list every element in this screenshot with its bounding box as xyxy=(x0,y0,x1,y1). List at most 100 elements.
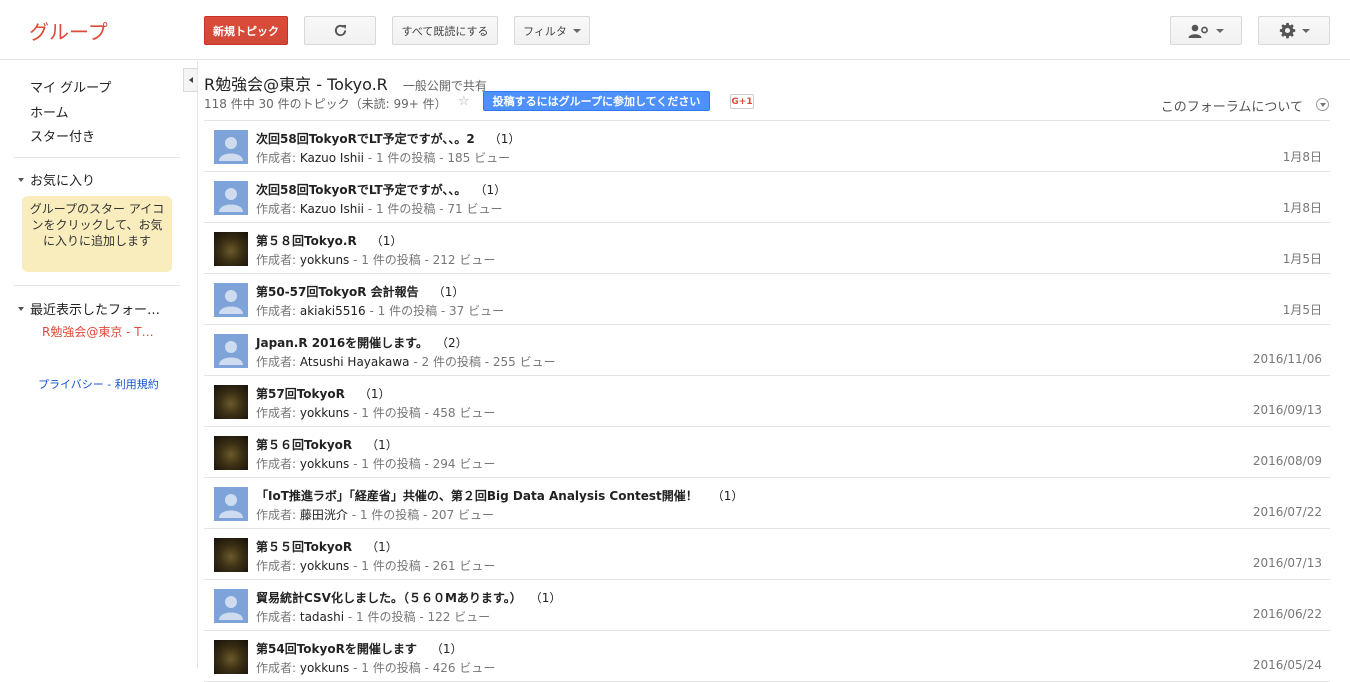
author-name[interactable]: yokkuns xyxy=(300,661,349,675)
footer-separator: - xyxy=(103,378,115,391)
topic-title-text: 第５６回TokyoR xyxy=(256,438,353,452)
avatar xyxy=(214,130,248,164)
topic-date: 2016/07/13 xyxy=(1252,556,1322,570)
topic-title[interactable]: 第５８回Tokyo.R （1） xyxy=(256,232,402,249)
topic-title-text: Japan.R 2016を開催します。 xyxy=(256,336,428,350)
mark-all-read-button[interactable]: すべて既読にする xyxy=(392,16,498,45)
topic-row-7[interactable]: 第５６回TokyoR （1） 作成者: yokkuns - 1 件の投稿 - 29… xyxy=(204,427,1330,478)
nav-my-groups[interactable]: マイ グループ xyxy=(30,77,111,96)
topic-title[interactable]: 次回58回TokyoRでLT予定ですが、、。2 （1） xyxy=(256,130,520,147)
topic-row-1[interactable]: 次回58回TokyoRでLT予定ですが、、。2 （1） 作成者: Kazuo Is… xyxy=(204,121,1330,172)
author-name[interactable]: yokkuns xyxy=(300,457,349,471)
topic-date: 2016/08/09 xyxy=(1252,454,1322,468)
author-name[interactable]: akiaki5516 xyxy=(300,304,366,318)
author-name[interactable]: yokkuns xyxy=(300,559,349,573)
topic-row-5[interactable]: Japan.R 2016を開催します。 （2） 作成者: Atsushi Haya… xyxy=(204,325,1330,376)
topic-stats: - 1 件の投稿 - 426 ビュー xyxy=(349,661,496,675)
chevron-down-icon xyxy=(18,177,24,182)
topic-title[interactable]: 貿易統計CSV化しました。（５６０Mあります。） （1） xyxy=(256,589,561,606)
about-forum-link[interactable]: このフォーラムについて xyxy=(1161,96,1303,115)
chevron-left-icon xyxy=(188,77,193,83)
members-button[interactable] xyxy=(1170,16,1242,45)
refresh-button[interactable] xyxy=(304,16,376,45)
star-icon[interactable]: ☆ xyxy=(458,94,470,109)
topic-stats: - 1 件の投稿 - 122 ビュー xyxy=(344,610,491,624)
topic-meta: 作成者: tadashi - 1 件の投稿 - 122 ビュー xyxy=(256,608,490,625)
author-prefix: 作成者: xyxy=(256,406,300,420)
topic-meta: 作成者: yokkuns - 1 件の投稿 - 212 ビュー xyxy=(256,251,495,268)
topic-row-11[interactable]: 第54回TokyoRを開催します （1） 作成者: yokkuns - 1 件の投… xyxy=(204,631,1330,682)
groups-logo[interactable]: グループ xyxy=(29,16,108,45)
topic-row-4[interactable]: 第50-57回TokyoR 会計報告 （1） 作成者: akiaki5516 - … xyxy=(204,274,1330,325)
recent-label: 最近表示したフォー… xyxy=(30,303,161,318)
author-name[interactable]: 藤田洸介 xyxy=(300,508,348,522)
author-name[interactable]: Kazuo Ishii xyxy=(300,202,364,216)
topic-row-9[interactable]: 第５５回TokyoR （1） 作成者: yokkuns - 1 件の投稿 - 26… xyxy=(204,529,1330,580)
sidebar: マイ グループ ホーム スター付き お気に入り グループのスター アイコンをクリ… xyxy=(0,61,198,668)
topic-stats: - 1 件の投稿 - 458 ビュー xyxy=(349,406,496,420)
topic-title-text: 「IoT推進ラボ」「経産省」共催の、第２回Big Data Analysis C… xyxy=(256,489,698,503)
topic-title[interactable]: 第５５回TokyoR （1） xyxy=(256,538,398,555)
author-name[interactable]: yokkuns xyxy=(300,406,349,420)
post-count: （1） xyxy=(480,183,507,197)
topic-title-text: 次回58回TokyoRでLT予定ですが、、。 xyxy=(256,183,467,197)
topic-stats: - 2 件の投稿 - 255 ビュー xyxy=(409,355,556,369)
author-name[interactable]: tadashi xyxy=(300,610,344,624)
topic-title[interactable]: 次回58回TokyoRでLT予定ですが、、。 （1） xyxy=(256,181,506,198)
terms-link[interactable]: 利用規約 xyxy=(115,378,159,391)
topic-stats: - 1 件の投稿 - 261 ビュー xyxy=(349,559,496,573)
topic-stats: - 1 件の投稿 - 294 ビュー xyxy=(349,457,496,471)
refresh-icon xyxy=(334,24,346,37)
topic-date: 2016/06/22 xyxy=(1252,607,1322,621)
favorites-label: お気に入り xyxy=(30,174,96,189)
topic-row-3[interactable]: 第５８回Tokyo.R （1） 作成者: yokkuns - 1 件の投稿 - 2… xyxy=(204,223,1330,274)
sidebar-divider xyxy=(14,285,180,286)
topic-title[interactable]: 第５６回TokyoR （1） xyxy=(256,436,398,453)
collapse-sidebar-button[interactable] xyxy=(183,68,197,92)
topic-row-10[interactable]: 貿易統計CSV化しました。（５６０Mあります。） （1） 作成者: tadashi… xyxy=(204,580,1330,631)
topic-title[interactable]: 第57回TokyoR （1） xyxy=(256,385,390,402)
topic-stats: - 1 件の投稿 - 212 ビュー xyxy=(349,253,496,267)
topic-date: 1月8日 xyxy=(1282,150,1322,164)
author-name[interactable]: yokkuns xyxy=(300,253,349,267)
author-prefix: 作成者: xyxy=(256,253,300,267)
topic-title-text: 貿易統計CSV化しました。（５６０Mあります。） xyxy=(256,591,522,605)
gplus-button[interactable]: G+1 xyxy=(730,94,754,109)
topic-title-text: 第５５回TokyoR xyxy=(256,540,353,554)
topic-row-2[interactable]: 次回58回TokyoRでLT予定ですが、、。 （1） 作成者: Kazuo Ish… xyxy=(204,172,1330,223)
topic-stats: - 1 件の投稿 - 37 ビュー xyxy=(365,304,505,318)
forum-title[interactable]: R勉強会@東京 - Tokyo.R xyxy=(204,75,388,94)
topic-stats: - 1 件の投稿 - 71 ビュー xyxy=(364,202,503,216)
topic-meta: 作成者: Atsushi Hayakawa - 2 件の投稿 - 255 ビュー xyxy=(256,353,556,370)
recent-section-toggle[interactable]: 最近表示したフォー… xyxy=(18,299,160,318)
forum-header: R勉強会@東京 - Tokyo.R 一般公開で共有 xyxy=(204,71,487,95)
avatar xyxy=(214,334,248,368)
favorites-section-toggle[interactable]: お気に入り xyxy=(18,170,95,189)
settings-button[interactable] xyxy=(1258,16,1330,45)
author-name[interactable]: Atsushi Hayakawa xyxy=(300,355,410,369)
topic-meta: 作成者: yokkuns - 1 件の投稿 - 294 ビュー xyxy=(256,455,495,472)
topic-row-6[interactable]: 第57回TokyoR （1） 作成者: yokkuns - 1 件の投稿 - 45… xyxy=(204,376,1330,427)
topic-title[interactable]: 第50-57回TokyoR 会計報告 （1） xyxy=(256,283,464,300)
author-name[interactable]: Kazuo Ishii xyxy=(300,151,364,165)
filter-button[interactable]: フィルタ xyxy=(514,16,590,45)
avatar xyxy=(214,487,248,521)
topic-title[interactable]: Japan.R 2016を開催します。 （2） xyxy=(256,334,468,351)
topic-row-8[interactable]: 「IoT推進ラボ」「経産省」共催の、第２回Big Data Analysis C… xyxy=(204,478,1330,529)
avatar xyxy=(214,385,248,419)
forum-visibility: 一般公開で共有 xyxy=(402,79,487,93)
topic-title[interactable]: 「IoT推進ラボ」「経産省」共催の、第２回Big Data Analysis C… xyxy=(256,487,743,504)
nav-home[interactable]: ホーム xyxy=(30,102,69,121)
post-count: （2） xyxy=(441,336,468,350)
recent-forum-link[interactable]: R勉強会@東京 - T… xyxy=(42,323,167,340)
chevron-down-icon[interactable] xyxy=(1316,98,1329,111)
nav-starred[interactable]: スター付き xyxy=(30,126,95,145)
join-group-button[interactable]: 投稿するにはグループに参加してください xyxy=(483,91,710,111)
new-topic-button[interactable]: 新規トピック xyxy=(204,16,288,45)
topic-meta: 作成者: Kazuo Ishii - 1 件の投稿 - 185 ビュー xyxy=(256,149,510,166)
author-prefix: 作成者: xyxy=(256,355,300,369)
author-prefix: 作成者: xyxy=(256,202,300,216)
privacy-link[interactable]: プライバシー xyxy=(38,378,104,391)
topic-title[interactable]: 第54回TokyoRを開催します （1） xyxy=(256,640,462,657)
avatar xyxy=(214,283,248,317)
